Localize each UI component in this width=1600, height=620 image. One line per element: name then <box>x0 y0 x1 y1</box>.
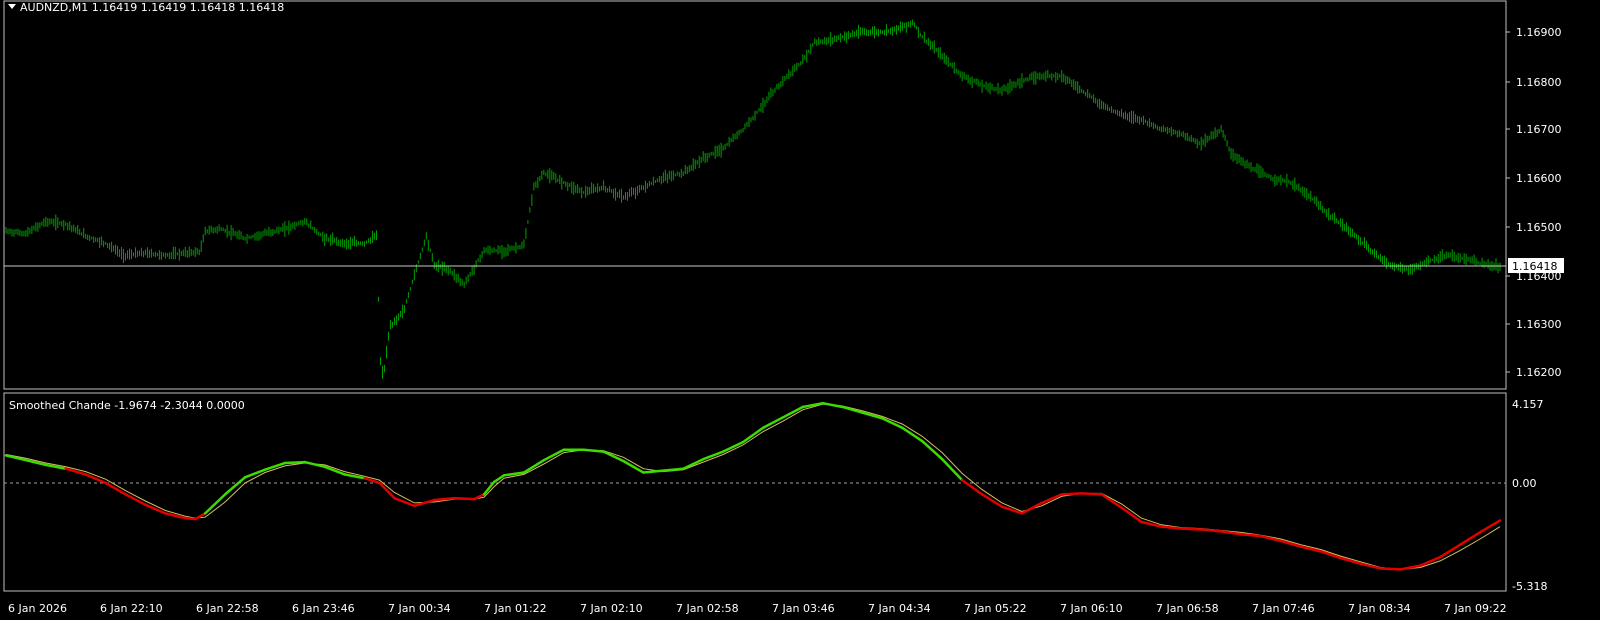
oscillator-segment <box>582 448 605 453</box>
time-axis-label: 7 Jan 06:58 <box>1156 602 1219 615</box>
time-axis-label: 7 Jan 03:46 <box>772 602 835 615</box>
oscillator-segment <box>1080 492 1103 496</box>
oscillator-segment <box>452 496 476 501</box>
oscillator-segment <box>1100 493 1123 509</box>
price-axis-label: 1.16900 <box>1516 26 1562 39</box>
price-axis-label: 1.16800 <box>1516 76 1562 89</box>
oscillator-segment <box>682 457 705 470</box>
symbol-menu[interactable]: AUDNZD,M1 1.16419 1.16419 1.16418 1.1641… <box>8 1 284 14</box>
oscillator-segment <box>741 426 765 444</box>
price-axis: 1.16900 1.16800 1.16700 1.16600 1.16500 … <box>1506 26 1562 379</box>
time-axis-label: 7 Jan 06:10 <box>1060 602 1123 615</box>
oscillator-segment <box>821 401 844 409</box>
oscillator-segment <box>1458 531 1482 546</box>
time-axis: 6 Jan 2026 6 Jan 22:10 6 Jan 22:58 6 Jan… <box>8 602 1507 615</box>
time-axis-label: 7 Jan 08:34 <box>1348 602 1411 615</box>
time-axis-label: 7 Jan 05:22 <box>964 602 1027 615</box>
oscillator-segment <box>1060 492 1083 496</box>
time-axis-label: 7 Jan 00:34 <box>388 602 451 615</box>
oscillator-segment <box>393 496 416 508</box>
oscillator-segment <box>642 469 665 474</box>
oscillator-segment <box>1020 501 1044 515</box>
oscillator-segment <box>1478 519 1502 534</box>
oscillator-segment <box>193 512 207 521</box>
time-axis-label: 6 Jan 22:58 <box>196 602 259 615</box>
price-axis-label: 1.16500 <box>1516 221 1562 234</box>
oscillator-segment <box>363 476 381 485</box>
indicator-axis-label: -5.318 <box>1512 580 1547 593</box>
main-panel-title: AUDNZD,M1 1.16419 1.16419 1.16418 1.1641… <box>20 1 284 14</box>
current-price-tag-label: 1.16418 <box>1512 260 1558 273</box>
time-axis-label: 6 Jan 2026 <box>8 602 67 615</box>
oscillator-segment <box>283 460 307 465</box>
oscillator-segment <box>1379 567 1402 571</box>
chart-window: AUDNZD,M1 1.16419 1.16419 1.16418 1.1641… <box>0 0 1600 620</box>
price-axis-label: 1.16700 <box>1516 123 1562 136</box>
dropdown-triangle-icon[interactable] <box>8 4 16 9</box>
oscillator-segment <box>1120 506 1143 524</box>
time-axis-label: 7 Jan 04:34 <box>868 602 931 615</box>
time-axis-label: 7 Jan 07:46 <box>1252 602 1315 615</box>
time-axis-label: 7 Jan 09:22 <box>1444 602 1507 615</box>
price-axis-label: 1.16600 <box>1516 172 1562 185</box>
oscillator-segment <box>263 461 287 471</box>
indicator-axis-label: 0.00 <box>1512 477 1537 490</box>
oscillator-segment <box>243 468 267 479</box>
price-axis-label: 1.16300 <box>1516 318 1562 331</box>
oscillator-segment <box>184 516 197 521</box>
indicator-title: Smoothed Chande -1.9674 -2.3044 0.0000 <box>9 399 245 412</box>
oscillator-segment <box>44 463 68 470</box>
oscillator-segment <box>522 458 546 474</box>
time-axis-label: 7 Jan 02:10 <box>580 602 643 615</box>
time-axis-label: 7 Jan 01:22 <box>484 602 547 615</box>
oscillator-segment <box>1040 493 1064 505</box>
price-axis-label: 1.16200 <box>1516 366 1562 379</box>
main-panel-frame <box>3 0 1507 390</box>
time-axis-label: 6 Jan 22:10 <box>100 602 163 615</box>
indicator-axis: 4.157 0.00 -5.318 <box>1512 398 1547 593</box>
oscillator-segment <box>343 473 366 480</box>
time-axis-label: 7 Jan 02:58 <box>676 602 739 615</box>
oscillator-segment <box>492 474 506 484</box>
time-axis-label: 6 Jan 23:46 <box>292 602 355 615</box>
oscillator-series <box>4 401 1502 571</box>
current-price-tag: 1.16418 <box>1508 258 1564 273</box>
price-series <box>5 19 1501 379</box>
oscillator-segment <box>1180 527 1203 531</box>
indicator-axis-label: 4.157 <box>1512 398 1544 411</box>
signal-line <box>5 403 1501 570</box>
